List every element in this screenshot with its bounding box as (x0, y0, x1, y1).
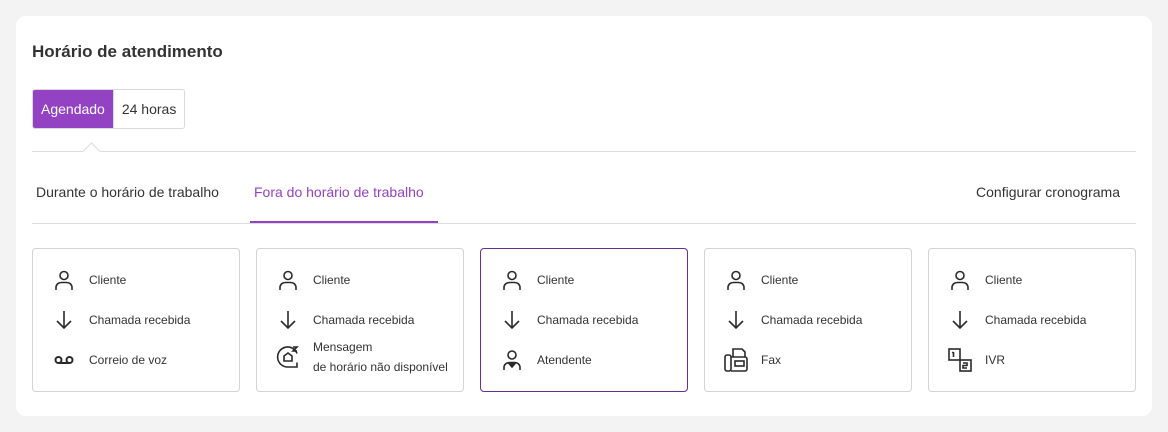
person-icon (499, 267, 525, 293)
destination-label: Atendente (537, 353, 592, 367)
destination-label: Correio de voz (89, 353, 168, 367)
destination-label-line2: de horário não disponível (313, 360, 448, 374)
arrow-down-icon (947, 307, 973, 333)
voicemail-icon (51, 347, 77, 373)
customer-label: Cliente (89, 273, 127, 287)
route-card-fax[interactable]: Cliente Chamada recebida Fax (704, 248, 912, 392)
route-card-agent[interactable]: Cliente Chamada recebida Atendente (480, 248, 688, 392)
incoming-call-label: Chamada recebida (313, 313, 415, 327)
person-icon (723, 267, 749, 293)
agent-icon (499, 347, 525, 373)
message-sleep-icon (275, 344, 301, 370)
mode-option-scheduled[interactable]: Agendado (33, 90, 113, 128)
incoming-call-label: Chamada recebida (761, 313, 863, 327)
arrow-down-icon (51, 307, 77, 333)
person-icon (51, 267, 77, 293)
customer-label: Cliente (761, 273, 799, 287)
route-card-ivr[interactable]: Cliente Chamada recebida IVR (928, 248, 1136, 392)
configure-schedule-link[interactable]: Configurar cronograma (976, 172, 1120, 212)
section-divider (32, 151, 1136, 152)
tab-during-working-hours[interactable]: Durante o horário de trabalho (36, 172, 219, 224)
tabs-divider (32, 223, 1136, 224)
arrow-down-icon (723, 307, 749, 333)
incoming-call-label: Chamada recebida (537, 313, 639, 327)
route-card-voicemail[interactable]: Cliente Chamada recebida Correio de voz (32, 248, 240, 392)
incoming-call-label: Chamada recebida (985, 313, 1087, 327)
destination-label-line1: Mensagem (313, 340, 373, 354)
fax-icon (723, 347, 749, 373)
destination-label: Fax (761, 353, 782, 367)
selected-mode-pointer (82, 142, 101, 161)
customer-label: Cliente (537, 273, 575, 287)
hours-tabs: Durante o horário de trabalho Fora do ho… (32, 172, 1136, 224)
customer-label: Cliente (985, 273, 1023, 287)
schedule-mode-toggle: Agendado 24 horas (32, 89, 186, 129)
arrow-down-icon (275, 307, 301, 333)
incoming-call-label: Chamada recebida (89, 313, 191, 327)
mode-option-24-hours[interactable]: 24 horas (112, 90, 185, 128)
person-icon (947, 267, 973, 293)
tab-outside-working-hours[interactable]: Fora do horário de trabalho (254, 172, 424, 224)
customer-label: Cliente (313, 273, 351, 287)
page-title: Horário de atendimento (32, 42, 223, 61)
arrow-down-icon (499, 307, 525, 333)
business-hours-panel: Horário de atendimento Agendado 24 horas… (16, 16, 1152, 416)
ivr-icon (947, 347, 973, 373)
destination-label: IVR (985, 353, 1006, 367)
route-card-unavailable-message[interactable]: Cliente Chamada recebida Mensagem de hor… (256, 248, 464, 392)
person-icon (275, 267, 301, 293)
